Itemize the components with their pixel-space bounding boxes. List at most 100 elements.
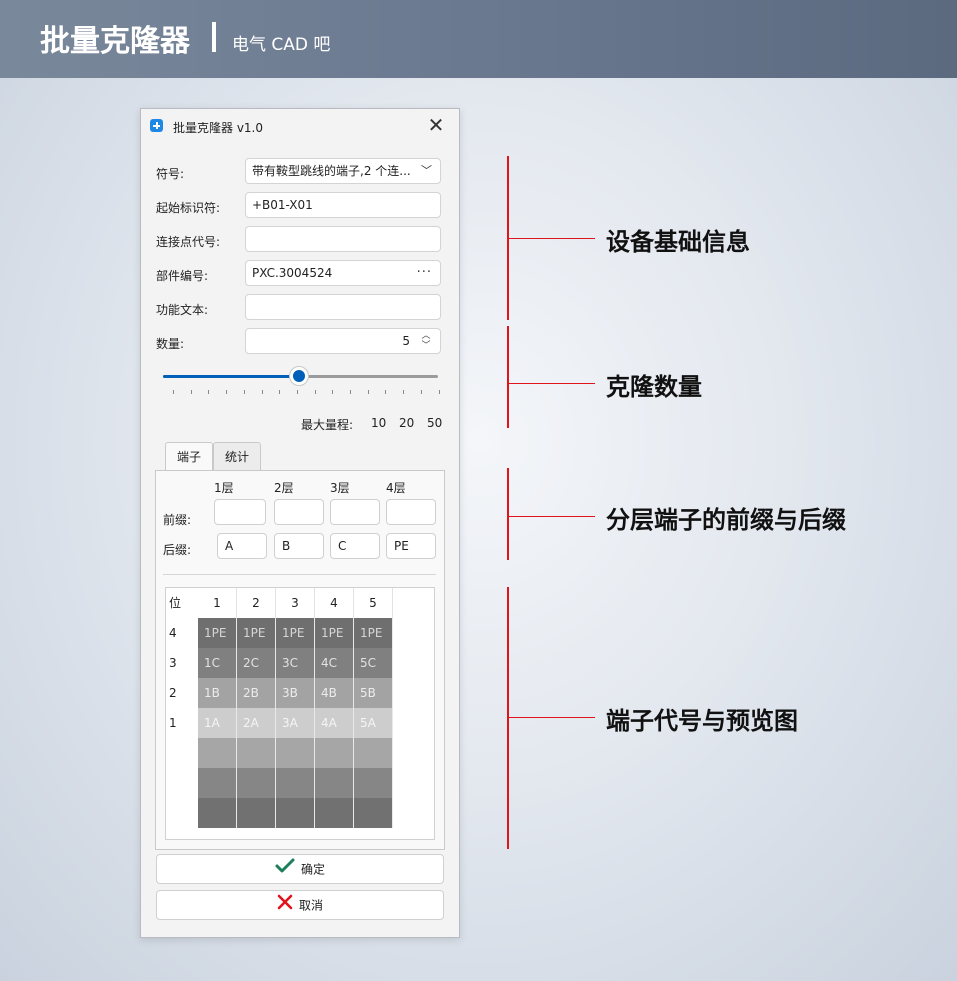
callout-basic-info: 设备基础信息 (606, 228, 750, 256)
layer-header: 4层 (386, 481, 406, 495)
slider-tick (438, 390, 440, 394)
grid-row-position: 1 (169, 716, 177, 730)
terminal-cell: 1A (198, 708, 237, 738)
symbol-dropdown[interactable]: 带有鞍型跳线的端子,2 个连... ﹀ (245, 158, 441, 184)
terminal-cell: 1C (198, 648, 237, 678)
slider-tick (420, 390, 422, 394)
clone-dialog: 批量克隆器 v1.0 ✕ 符号: 带有鞍型跳线的端子,2 个连... ﹀ 起始标… (140, 108, 460, 938)
grid-row-position: 4 (169, 626, 177, 640)
cancel-button[interactable]: 取消 (156, 890, 444, 920)
slider-tick (332, 390, 334, 394)
start-id-field[interactable]: +B01-X01 (245, 192, 441, 218)
ok-button[interactable]: 确定 (156, 854, 444, 884)
more-icon[interactable]: ··· (417, 261, 432, 285)
quantity-value: 5 (402, 334, 410, 348)
terminal-cell: 1PE (315, 618, 354, 648)
function-text-label: 功能文本: (156, 303, 209, 317)
callout-line (509, 717, 595, 718)
quantity-stepper[interactable]: 5 ︿ ﹀ (245, 328, 441, 354)
slider-tick (385, 390, 387, 394)
slider-tick (243, 390, 245, 394)
function-text-field[interactable] (245, 294, 441, 320)
suffix-input-4[interactable]: PE (386, 533, 436, 559)
slider-tick (226, 390, 228, 394)
terminal-cell-empty (354, 768, 393, 798)
terminal-cell-empty (315, 738, 354, 768)
terminal-cell-empty (237, 798, 276, 828)
grid-row-position: 3 (169, 656, 177, 670)
callout-line (509, 383, 595, 384)
divider (163, 574, 436, 575)
spin-arrows-icon[interactable]: ︿ ﹀ (420, 331, 432, 351)
symbol-label: 符号: (156, 167, 185, 181)
suffix-input-2[interactable]: B (274, 533, 324, 559)
header-subtitle: 电气 CAD 吧 (232, 35, 331, 55)
terminal-cell-empty (237, 738, 276, 768)
tab-terminals[interactable]: 端子 (165, 442, 213, 471)
terminal-cell: 5A (354, 708, 393, 738)
prefix-input-1[interactable] (214, 499, 266, 525)
terminal-cell: 5B (354, 678, 393, 708)
terminal-cell: 1B (198, 678, 237, 708)
part-number-label: 部件编号: (156, 269, 209, 283)
prefix-input-2[interactable] (274, 499, 324, 525)
max-range-option[interactable]: 10 (371, 416, 386, 430)
slider-tick (190, 390, 192, 394)
slider-fill (163, 375, 300, 378)
close-icon[interactable]: ✕ (423, 115, 449, 137)
suffix-input-3[interactable]: C (330, 533, 380, 559)
terminal-cell-empty (237, 768, 276, 798)
connection-code-field[interactable] (245, 226, 441, 252)
grid-column-header: 2 (237, 588, 276, 618)
slider-tick (403, 390, 405, 394)
title-bar: 批量克隆器 v1.0 ✕ (141, 109, 459, 143)
slider-tick (367, 390, 369, 394)
layer-header: 2层 (274, 481, 294, 495)
terminal-cell: 3C (276, 648, 315, 678)
checkmark-icon (275, 856, 295, 884)
slider-tick (296, 390, 298, 394)
grid-column-header: 5 (354, 588, 393, 618)
slider-tick (261, 390, 263, 394)
terminal-cell-empty (354, 738, 393, 768)
cancel-label: 取消 (298, 898, 323, 913)
layer-header: 1层 (214, 481, 234, 495)
slider-tick (173, 390, 174, 394)
terminal-cell: 1PE (354, 618, 393, 648)
window-title: 批量克隆器 v1.0 (173, 121, 264, 135)
terminal-cell: 2C (237, 648, 276, 678)
callout-line (509, 238, 595, 239)
terminal-cell-empty (198, 738, 237, 768)
prefix-label: 前缀: (163, 513, 192, 527)
grid-column-header: 3 (276, 588, 315, 618)
slider-thumb[interactable] (289, 366, 309, 386)
grid-column-header: 1 (198, 588, 237, 618)
terminal-cell: 4B (315, 678, 354, 708)
connection-code-label: 连接点代号: (156, 235, 221, 249)
app-icon (150, 119, 163, 132)
prefix-input-3[interactable] (330, 499, 380, 525)
layer-header: 3层 (330, 481, 350, 495)
callout-line (509, 516, 595, 517)
terminal-cell-empty (198, 768, 237, 798)
prefix-input-4[interactable] (386, 499, 436, 525)
max-range-option[interactable]: 50 (427, 416, 442, 430)
symbol-value: 带有鞍型跳线的端子,2 个连... (252, 164, 411, 178)
cross-icon (277, 892, 293, 920)
max-range-option[interactable]: 20 (399, 416, 414, 430)
slider-tick (314, 390, 316, 394)
start-id-label: 起始标识符: (156, 201, 221, 215)
suffix-input-1[interactable]: A (217, 533, 267, 559)
terminal-cell-empty (315, 768, 354, 798)
terminal-cell: 1PE (276, 618, 315, 648)
part-number-field[interactable]: PXC.3004524 ··· (245, 260, 441, 286)
suffix-label: 后缀: (163, 543, 192, 557)
terminal-cell: 2B (237, 678, 276, 708)
grid-row-position: 2 (169, 686, 177, 700)
terminal-cell: 1PE (237, 618, 276, 648)
slider-tick (350, 390, 351, 394)
header-title: 批量克隆器 (40, 24, 190, 59)
terminal-cell: 4C (315, 648, 354, 678)
grid-corner-label: 位 (169, 596, 182, 610)
tab-statistics[interactable]: 统计 (213, 442, 261, 470)
